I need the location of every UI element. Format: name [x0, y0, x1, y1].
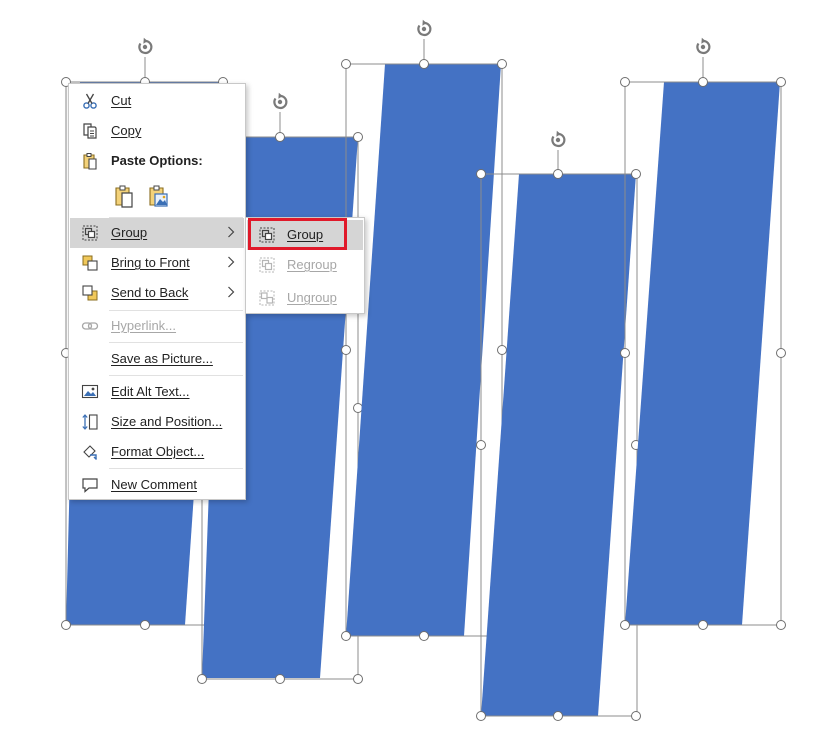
resize-handle[interactable] [620, 77, 630, 87]
resize-handle[interactable] [776, 77, 786, 87]
resize-handle[interactable] [353, 674, 363, 684]
menu-item-label: Size and Position... [111, 414, 223, 429]
format-brush-icon [83, 445, 97, 460]
submenu-item-label: Ungroup [287, 290, 337, 305]
alt-text-icon [81, 384, 99, 399]
menu-item-label: Save as Picture... [111, 351, 213, 366]
regroup-icon [259, 257, 275, 273]
menu-item-label: Hyperlink... [111, 318, 177, 333]
scissors-icon [83, 93, 97, 109]
shape-5[interactable] [620, 36, 786, 630]
group-submenu: Group Regroup Ungroup [245, 217, 365, 314]
rotation-handle-icon[interactable] [138, 36, 153, 55]
resize-handle[interactable] [620, 620, 630, 630]
send-to-back-icon [82, 285, 98, 301]
submenu-item-label: Group [287, 227, 324, 242]
submenu-item-ungroup: Ungroup [247, 283, 363, 313]
resize-handle[interactable] [776, 348, 786, 358]
menu-item-label: Edit Alt Text... [111, 384, 190, 399]
menu-item-label: Send to Back [111, 285, 189, 300]
menu-item-size-and-position[interactable]: Size and Position... [70, 407, 244, 437]
menu-item-cut[interactable]: Cut [70, 86, 244, 116]
menu-item-send-to-back[interactable]: Send to Back [70, 278, 244, 308]
resize-handle[interactable] [497, 59, 507, 69]
rotation-handle-icon[interactable] [696, 36, 711, 55]
menu-separator [109, 468, 243, 469]
resize-handle[interactable] [341, 59, 351, 69]
resize-handle[interactable] [419, 631, 429, 641]
paste-options-label: Paste Options: [111, 153, 203, 168]
menu-separator [109, 375, 243, 376]
resize-handle[interactable] [631, 711, 641, 721]
menu-item-label: Group [111, 225, 148, 240]
shape-4[interactable] [476, 129, 641, 721]
resize-handle[interactable] [341, 345, 351, 355]
resize-handle[interactable] [476, 440, 486, 450]
resize-handle[interactable] [61, 620, 71, 630]
ungroup-icon [259, 290, 275, 306]
resize-handle[interactable] [353, 403, 363, 413]
menu-item-label: Bring to Front [111, 255, 190, 270]
resize-handle[interactable] [776, 620, 786, 630]
resize-handle[interactable] [341, 631, 351, 641]
resize-handle[interactable] [631, 169, 641, 179]
chevron-right-icon [228, 286, 235, 298]
copy-icon [83, 123, 97, 139]
resize-handle[interactable] [698, 77, 708, 87]
paste-options-header: Paste Options: [70, 146, 244, 176]
menu-item-save-as-picture[interactable]: Save as Picture... [70, 344, 244, 374]
menu-item-format-object[interactable]: Format Object... [70, 437, 244, 467]
menu-item-bring-to-front[interactable]: Bring to Front [70, 248, 244, 278]
resize-handle[interactable] [275, 674, 285, 684]
rotation-handle-icon[interactable] [273, 91, 288, 110]
chevron-right-icon [228, 256, 235, 268]
link-icon [81, 322, 99, 330]
resize-handle[interactable] [419, 59, 429, 69]
chevron-right-icon [228, 226, 235, 238]
submenu-item-regroup: Regroup [247, 250, 363, 280]
menu-item-label: Format Object... [111, 444, 205, 459]
context-menu: Cut Copy Paste Options: Group Bring to F… [68, 83, 246, 500]
paste-keep-formatting-button[interactable] [113, 184, 135, 208]
resize-handle[interactable] [353, 132, 363, 142]
submenu-item-label: Regroup [287, 257, 337, 272]
resize-handle[interactable] [197, 674, 207, 684]
resize-handle[interactable] [476, 711, 486, 721]
comment-icon [82, 478, 98, 493]
clipboard-picture-icon [149, 185, 168, 207]
paste-as-picture-button[interactable] [147, 184, 169, 208]
resize-handle[interactable] [553, 169, 563, 179]
menu-item-label: New Comment [111, 477, 197, 492]
menu-item-new-comment[interactable]: New Comment [70, 470, 244, 500]
menu-item-edit-alt-text[interactable]: Edit Alt Text... [70, 377, 244, 407]
resize-handle[interactable] [553, 711, 563, 721]
menu-item-copy[interactable]: Copy [70, 116, 244, 146]
group-icon [82, 225, 98, 241]
rotation-handle-icon[interactable] [417, 18, 432, 37]
resize-handle[interactable] [620, 348, 630, 358]
resize-handle[interactable] [275, 132, 285, 142]
rotation-handle-icon[interactable] [551, 129, 566, 148]
menu-item-label: Copy [111, 123, 142, 138]
bring-to-front-icon [82, 255, 98, 271]
resize-handle[interactable] [140, 620, 150, 630]
resize-handle[interactable] [476, 169, 486, 179]
submenu-item-group[interactable]: Group [247, 220, 363, 250]
menu-item-hyperlink: Hyperlink... [70, 311, 244, 341]
shape-3[interactable] [341, 18, 507, 641]
resize-handle[interactable] [698, 620, 708, 630]
menu-separator [109, 342, 243, 343]
paste-icon [83, 153, 97, 170]
resize-handle[interactable] [497, 345, 507, 355]
group-icon [259, 227, 275, 243]
clipboard-icon [115, 185, 133, 208]
size-position-icon [82, 414, 98, 430]
menu-item-label: Cut [111, 93, 132, 108]
menu-item-group[interactable]: Group [70, 218, 244, 248]
